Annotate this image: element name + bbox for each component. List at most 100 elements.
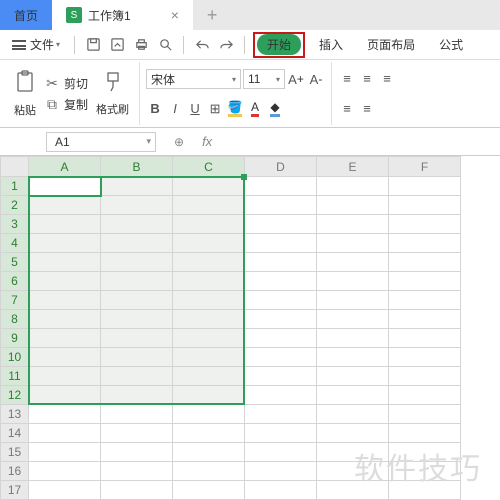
cell[interactable] <box>29 481 101 500</box>
cell[interactable] <box>317 405 389 424</box>
paste-button[interactable]: 粘贴 <box>10 70 40 118</box>
cell[interactable] <box>101 405 173 424</box>
row-header[interactable]: 1 <box>1 177 29 196</box>
cell[interactable] <box>173 329 245 348</box>
cell[interactable] <box>389 405 461 424</box>
cell[interactable] <box>389 462 461 481</box>
cell[interactable] <box>101 272 173 291</box>
cell[interactable] <box>29 196 101 215</box>
row-header[interactable]: 17 <box>1 481 29 500</box>
cell[interactable] <box>101 481 173 500</box>
cell[interactable] <box>245 272 317 291</box>
cell[interactable] <box>173 424 245 443</box>
row-header[interactable]: 6 <box>1 272 29 291</box>
cell[interactable] <box>101 443 173 462</box>
cell[interactable] <box>29 310 101 329</box>
cell[interactable] <box>101 310 173 329</box>
cell[interactable] <box>101 348 173 367</box>
print-icon[interactable] <box>131 35 151 55</box>
cell[interactable] <box>101 215 173 234</box>
row-header[interactable]: 13 <box>1 405 29 424</box>
font-select[interactable]: 宋体▾ <box>146 69 241 89</box>
cut-button[interactable]: ✂剪切 <box>44 74 88 92</box>
tab-workbook[interactable]: S 工作簿1 × <box>52 0 193 30</box>
cell[interactable] <box>101 253 173 272</box>
cell[interactable] <box>173 386 245 405</box>
tab-start[interactable]: 开始 <box>257 34 301 55</box>
row-header[interactable]: 9 <box>1 329 29 348</box>
cell[interactable] <box>173 367 245 386</box>
cell[interactable] <box>389 367 461 386</box>
cell[interactable] <box>317 481 389 500</box>
cell[interactable] <box>317 253 389 272</box>
cell[interactable] <box>389 348 461 367</box>
cell[interactable] <box>173 462 245 481</box>
cell[interactable] <box>245 481 317 500</box>
cell[interactable] <box>29 234 101 253</box>
cell[interactable] <box>389 272 461 291</box>
cell[interactable] <box>389 196 461 215</box>
row-header[interactable]: 15 <box>1 443 29 462</box>
col-header[interactable]: C <box>173 157 245 177</box>
cell[interactable] <box>245 177 317 196</box>
cell[interactable] <box>389 424 461 443</box>
cell[interactable] <box>173 196 245 215</box>
bold-button[interactable]: B <box>146 100 164 118</box>
cell[interactable] <box>29 367 101 386</box>
row-header[interactable]: 3 <box>1 215 29 234</box>
row-header[interactable]: 10 <box>1 348 29 367</box>
cell[interactable] <box>245 253 317 272</box>
cell[interactable] <box>389 443 461 462</box>
cell[interactable] <box>29 329 101 348</box>
cell[interactable] <box>317 462 389 481</box>
cell[interactable] <box>245 424 317 443</box>
cell[interactable] <box>317 272 389 291</box>
align-top-icon[interactable]: ≡ <box>338 70 356 88</box>
grow-font-icon[interactable]: A+ <box>287 70 305 88</box>
cell[interactable] <box>173 272 245 291</box>
save-icon[interactable] <box>83 35 103 55</box>
align-middle-icon[interactable]: ≡ <box>358 70 376 88</box>
cell[interactable] <box>245 215 317 234</box>
cell[interactable] <box>29 405 101 424</box>
cell[interactable] <box>317 196 389 215</box>
fill-color-button[interactable]: 🪣 <box>226 100 244 118</box>
cell[interactable] <box>173 405 245 424</box>
cell[interactable] <box>101 367 173 386</box>
cell[interactable] <box>101 177 173 196</box>
cell[interactable] <box>317 177 389 196</box>
cell[interactable] <box>29 443 101 462</box>
cell[interactable] <box>245 348 317 367</box>
cell[interactable] <box>389 386 461 405</box>
col-header[interactable]: D <box>245 157 317 177</box>
cell[interactable] <box>317 310 389 329</box>
cell[interactable] <box>317 291 389 310</box>
cell[interactable] <box>389 291 461 310</box>
cell[interactable] <box>389 329 461 348</box>
cell[interactable] <box>173 177 245 196</box>
align-bottom-icon[interactable]: ≡ <box>378 70 396 88</box>
col-header[interactable]: E <box>317 157 389 177</box>
row-header[interactable]: 2 <box>1 196 29 215</box>
cell[interactable] <box>389 234 461 253</box>
font-color-button[interactable]: A <box>246 100 264 118</box>
shrink-font-icon[interactable]: A- <box>307 70 325 88</box>
cell[interactable] <box>317 348 389 367</box>
cell[interactable] <box>245 234 317 253</box>
undo-icon[interactable] <box>192 35 212 55</box>
cell[interactable] <box>173 291 245 310</box>
highlight-button[interactable]: ◆ <box>266 100 284 118</box>
cell[interactable] <box>29 272 101 291</box>
cell[interactable] <box>245 462 317 481</box>
row-header[interactable]: 16 <box>1 462 29 481</box>
target-icon[interactable]: ⊕ <box>174 135 184 149</box>
tab-page-layout[interactable]: 页面布局 <box>357 36 425 53</box>
cell[interactable] <box>317 234 389 253</box>
cell[interactable] <box>101 329 173 348</box>
format-painter-button[interactable]: 格式刷 <box>92 71 133 117</box>
file-menu[interactable]: 文件 ▾ <box>6 33 66 57</box>
cell[interactable] <box>173 348 245 367</box>
cell[interactable] <box>173 253 245 272</box>
font-size-select[interactable]: 11▾ <box>243 69 285 89</box>
col-header[interactable]: F <box>389 157 461 177</box>
